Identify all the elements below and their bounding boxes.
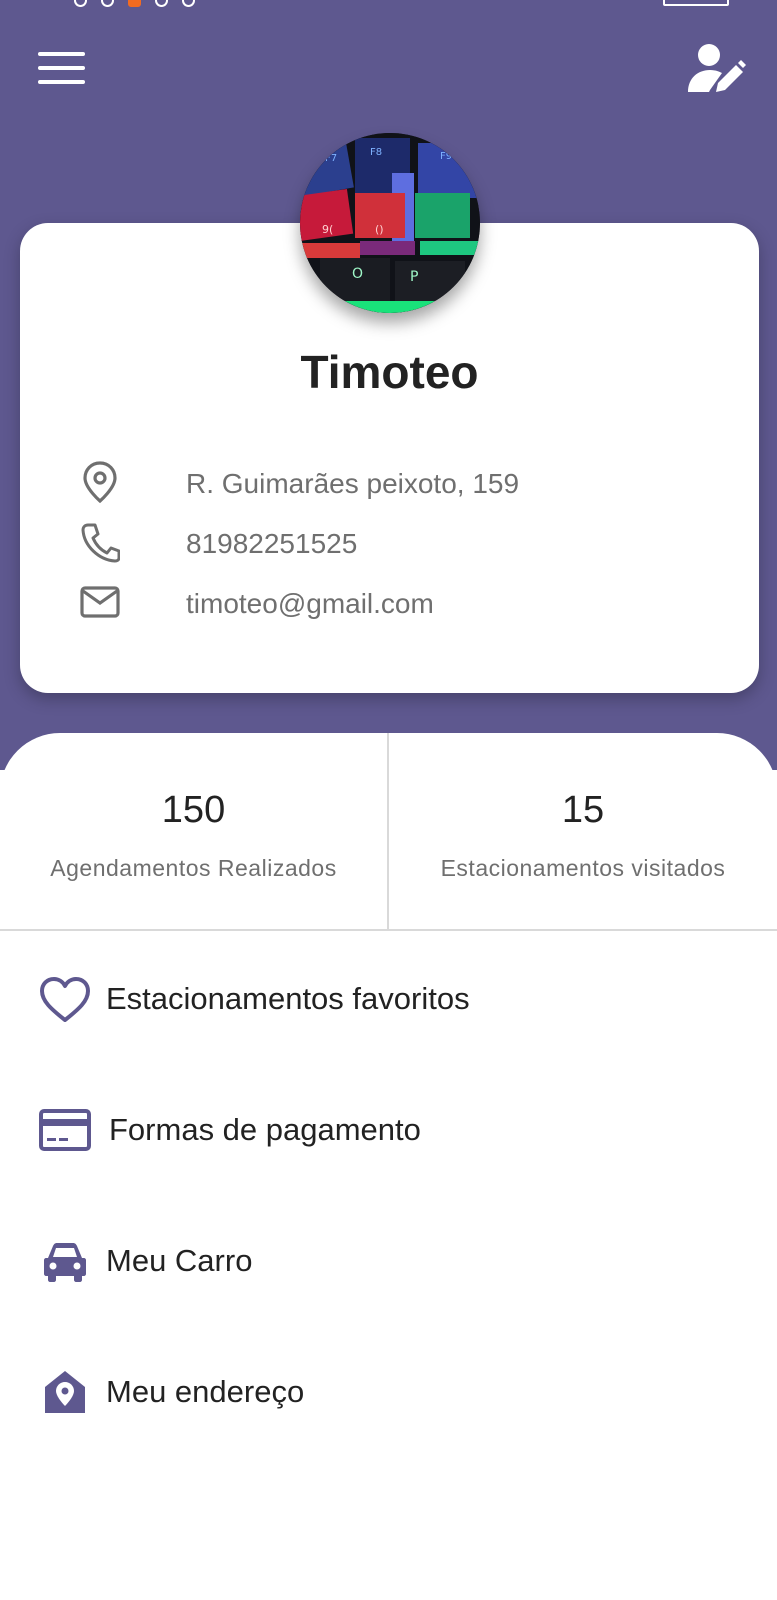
menu-item-label: Estacionamentos favoritos <box>106 981 470 1016</box>
menu-item-label: Meu Carro <box>106 1243 253 1278</box>
edit-profile-button[interactable] <box>686 42 746 98</box>
stat-label: Agendamentos Realizados <box>50 855 337 881</box>
user-name: Timoteo <box>300 346 479 398</box>
hamburger-line <box>38 66 85 70</box>
stat-parkings-visited: 15 Estacionamentos visitados <box>389 733 777 929</box>
stat-value: 15 <box>561 789 605 831</box>
stats-panel: 150 Agendamentos Realizados 15 Estaciona… <box>0 733 777 931</box>
svg-text:O: O <box>352 266 363 282</box>
phone-row: 81982251525 <box>80 520 700 564</box>
email-row: timoteo@gmail.com <box>80 580 700 624</box>
avatar-image: F7 F8 F9 9( () O P <box>300 133 480 313</box>
location-pin-icon <box>83 461 117 504</box>
mail-icon <box>80 586 120 618</box>
stat-label: Estacionamentos visitados <box>440 855 726 881</box>
email-text: timoteo@gmail.com <box>186 588 434 619</box>
hamburger-menu-button[interactable] <box>36 50 88 90</box>
svg-text:9(: 9( <box>322 223 333 236</box>
menu-item-label: Meu endereço <box>106 1374 305 1409</box>
menu-item-payment-methods[interactable]: Formas de pagamento <box>0 1081 777 1181</box>
home-pin-icon <box>45 1371 85 1413</box>
battery-icon <box>663 0 729 6</box>
menu-item-label: Formas de pagamento <box>109 1112 421 1147</box>
svg-text:F8: F8 <box>370 147 382 158</box>
car-icon <box>44 1243 86 1282</box>
phone-icon <box>81 523 120 563</box>
menu-item-favorite-parkings[interactable]: Estacionamentos favoritos <box>0 950 777 1050</box>
status-notification-icons <box>74 0 195 7</box>
phone-text: 81982251525 <box>186 528 358 559</box>
address-row: R. Guimarães peixoto, 159 <box>80 460 700 504</box>
svg-text:P: P <box>410 269 418 285</box>
avatar[interactable]: F7 F8 F9 9( () O P <box>300 133 480 313</box>
status-bar <box>0 0 777 10</box>
address-text: R. Guimarães peixoto, 159 <box>186 468 520 499</box>
svg-text:(): () <box>375 223 384 236</box>
hamburger-line <box>38 52 85 56</box>
heart-icon <box>40 977 90 1022</box>
stat-value: 150 <box>161 789 226 831</box>
edit-user-icon <box>688 44 746 92</box>
hamburger-line <box>38 80 85 84</box>
stat-appointments: 150 Agendamentos Realizados <box>0 733 387 929</box>
menu-item-my-car[interactable]: Meu Carro <box>0 1212 777 1312</box>
menu-item-my-address[interactable]: Meu endereço <box>0 1343 777 1443</box>
credit-card-icon <box>39 1109 91 1151</box>
